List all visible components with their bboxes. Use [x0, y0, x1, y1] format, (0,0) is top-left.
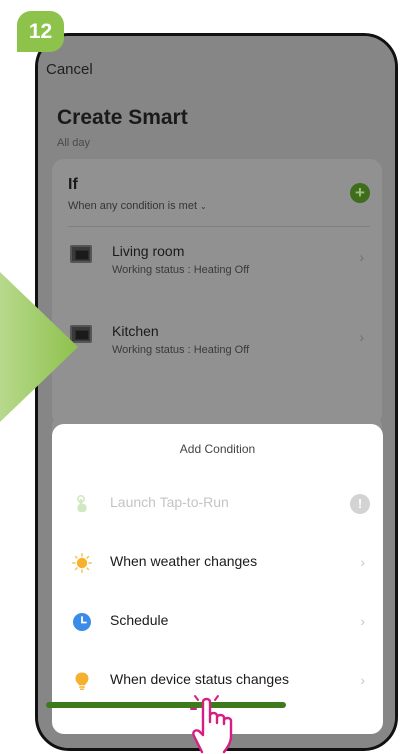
condition-status: Working status : Heating Off: [112, 264, 250, 276]
next-button-edge: [46, 702, 286, 708]
thermostat-icon: [70, 245, 92, 263]
option-label: Schedule: [110, 612, 169, 628]
option-label: When weather changes: [110, 553, 258, 569]
option-launch-tap-to-run[interactable]: Launch Tap-to-Run !: [52, 474, 383, 532]
tap-hand-icon: [190, 695, 233, 754]
condition-title: Kitchen: [112, 323, 159, 339]
option-schedule[interactable]: Schedule ›: [52, 592, 383, 650]
step-number-badge: 12: [17, 11, 64, 52]
add-condition-button[interactable]: +: [350, 183, 370, 203]
option-label: When device status changes: [110, 671, 289, 687]
chevron-right-icon: ›: [359, 329, 364, 345]
if-card: If When any condition is met ⌄ + Living r…: [52, 159, 382, 425]
info-icon[interactable]: !: [350, 494, 370, 514]
if-label: If: [68, 176, 78, 193]
condition-row-kitchen[interactable]: Kitchen Working status : Heating Off ›: [52, 307, 382, 367]
chevron-right-icon: ›: [360, 613, 365, 629]
page-subtitle: All day: [57, 137, 91, 149]
tap-icon: [77, 495, 87, 512]
condition-status: Working status : Heating Off: [112, 344, 250, 356]
phone-frame: Cancel Create Smart All day If When any …: [35, 33, 398, 751]
chevron-right-icon: ›: [360, 554, 365, 570]
chevron-right-icon: ›: [360, 672, 365, 688]
condition-mode-selector[interactable]: When any condition is met ⌄: [68, 200, 207, 212]
sun-icon: [72, 553, 92, 573]
screen: Cancel Create Smart All day If When any …: [38, 36, 395, 748]
add-condition-sheet: Add Condition Launch Tap-to-Run ! When w…: [52, 424, 383, 734]
cancel-button[interactable]: Cancel: [46, 61, 93, 78]
condition-row-living-room[interactable]: Living room Working status : Heating Off…: [52, 227, 382, 287]
option-label: Launch Tap-to-Run: [110, 494, 229, 510]
chevron-down-icon: ⌄: [200, 202, 207, 211]
page-title: Create Smart: [57, 106, 188, 129]
condition-mode-label: When any condition is met: [68, 200, 198, 212]
condition-title: Living room: [112, 243, 185, 259]
chevron-right-icon: ›: [359, 249, 364, 265]
pointer-arrow-icon: [0, 272, 78, 422]
option-weather-changes[interactable]: When weather changes ›: [52, 533, 383, 591]
sheet-title: Add Condition: [179, 442, 256, 456]
bulb-icon: [75, 672, 89, 690]
clock-icon: [73, 613, 91, 631]
